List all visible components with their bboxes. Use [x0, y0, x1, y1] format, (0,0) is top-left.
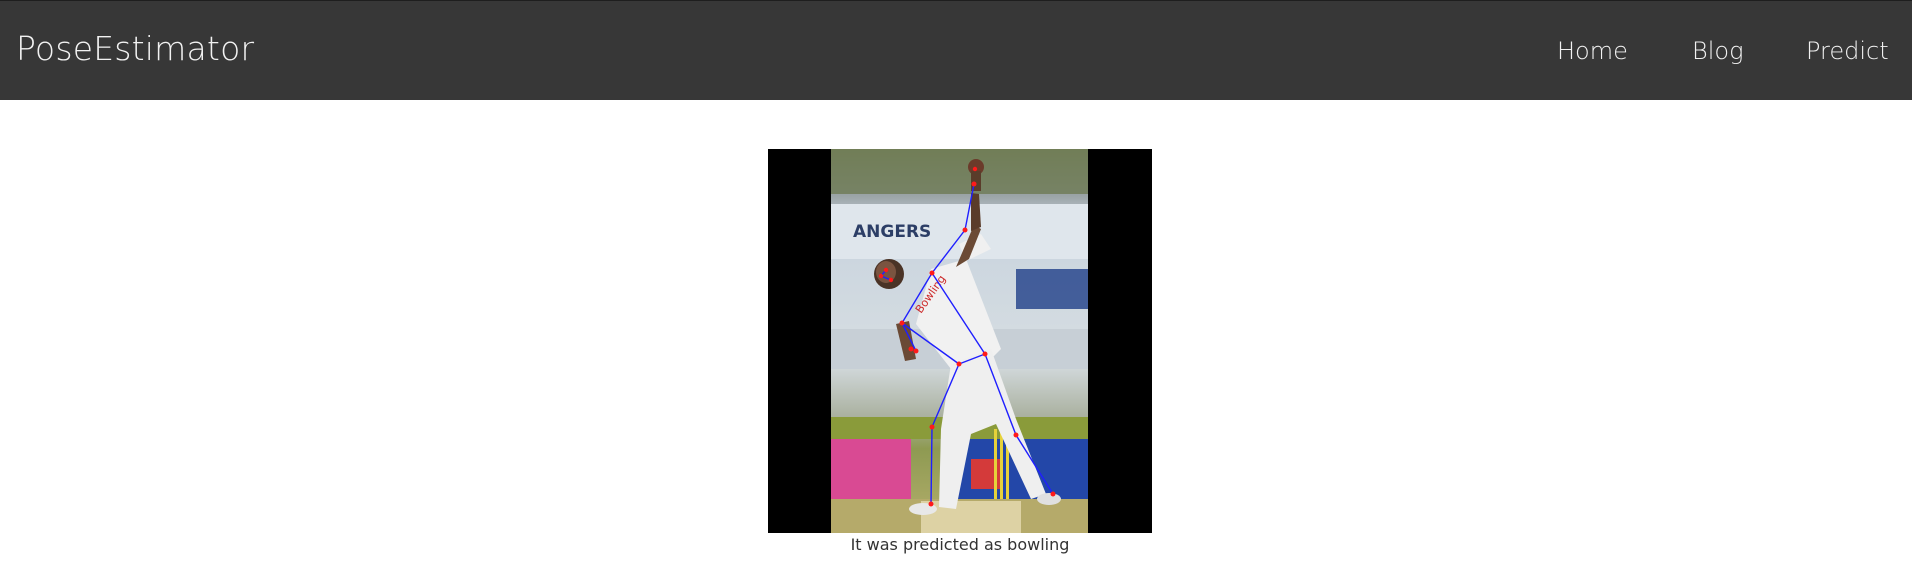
brand-logo[interactable]: PoseEstimator [16, 29, 254, 68]
nav-link-home[interactable]: Home [1557, 37, 1628, 65]
prediction-image: ANGERS Bowling [768, 149, 1152, 533]
cricket-photo: ANGERS Bowling [831, 149, 1088, 533]
pose-overlay: ANGERS Bowling [831, 149, 1088, 533]
banner-text: ANGERS [853, 222, 931, 242]
top-navbar: PoseEstimator Home Blog Predict [0, 0, 1912, 100]
nav-link-blog[interactable]: Blog [1692, 37, 1743, 65]
prediction-caption: It was predicted as bowling [850, 535, 1070, 554]
nav-link-predict[interactable]: Predict [1806, 37, 1889, 65]
